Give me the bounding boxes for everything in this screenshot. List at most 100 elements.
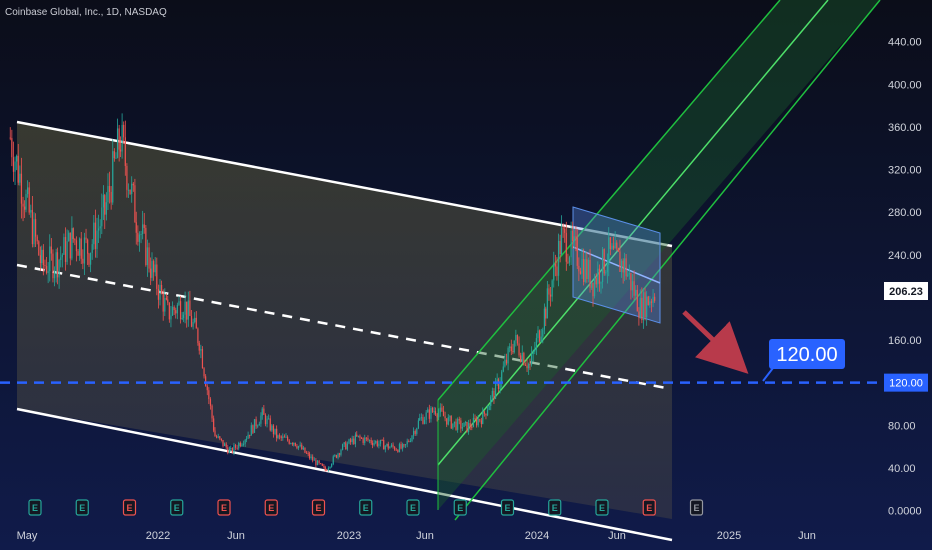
candle-body <box>80 238 82 259</box>
candle-body <box>60 257 62 261</box>
candle-body <box>554 263 556 267</box>
candle-body <box>654 296 656 301</box>
candle-body <box>153 261 155 273</box>
candle-body <box>107 186 109 203</box>
candle-body <box>308 453 311 459</box>
earnings-marker-label: E <box>174 503 180 513</box>
candle-body <box>392 444 394 447</box>
candle-body <box>620 260 623 272</box>
candle-body <box>405 444 407 446</box>
candle-body <box>299 444 301 447</box>
candle-body <box>442 410 445 417</box>
candle-body <box>476 418 478 426</box>
candle-body <box>441 407 443 411</box>
candle-body <box>192 322 194 327</box>
candle-body <box>543 308 545 330</box>
candle-body <box>439 407 441 413</box>
candle-body <box>113 151 115 159</box>
candle-body <box>12 157 15 172</box>
candle-body <box>64 237 67 262</box>
candle-body <box>316 460 319 466</box>
candle-body <box>206 386 208 391</box>
candle-body <box>483 411 485 414</box>
candle-body <box>598 268 600 284</box>
candle-body <box>375 441 377 443</box>
candle-body <box>14 161 16 172</box>
candle-body <box>504 359 506 367</box>
candle-body <box>390 444 393 447</box>
candle-body <box>449 416 451 418</box>
candle-body <box>93 222 95 245</box>
candle-body <box>119 149 122 152</box>
candle-body <box>578 265 580 272</box>
candle-body <box>231 448 233 453</box>
candle-body <box>628 272 630 275</box>
candle-body <box>244 439 246 444</box>
candle-body <box>559 240 561 255</box>
candle-body <box>557 240 560 276</box>
candle-body <box>368 439 371 441</box>
candle-body <box>165 298 167 300</box>
candle-body <box>452 423 454 429</box>
candle-body <box>468 423 470 432</box>
candle-body <box>280 436 282 439</box>
candle-body <box>625 258 627 277</box>
y-tick-label: 400.00 <box>888 79 922 91</box>
candle-body <box>351 438 353 443</box>
candle-body <box>68 232 70 242</box>
earnings-marker: E <box>642 499 656 516</box>
candle-body <box>148 247 150 269</box>
candle-body <box>529 364 531 366</box>
earnings-marker: E <box>359 499 373 516</box>
candle-body <box>269 418 271 431</box>
candle-body <box>630 272 632 291</box>
x-tick-label: 2022 <box>146 530 170 542</box>
candle-body <box>301 444 303 450</box>
y-tick-label: 360.00 <box>888 122 922 134</box>
candle-body <box>516 335 519 344</box>
y-tick-label: 80.00 <box>888 420 916 432</box>
last-price-label: 206.23 <box>889 286 923 298</box>
price-chart[interactable]: 440.00 400.00 360.00 320.00 280.00 240.00 160.… <box>0 0 932 550</box>
candle-body <box>513 340 515 353</box>
earnings-marker-label: E <box>315 503 321 513</box>
candle-body <box>422 417 424 424</box>
x-tick-label: 2024 <box>525 530 549 542</box>
candle-body <box>50 246 52 254</box>
candle-body <box>124 137 126 166</box>
candle-body <box>649 301 651 306</box>
candle-body <box>423 419 426 424</box>
candle-body <box>118 128 120 150</box>
candle-body <box>104 195 106 215</box>
candle-body <box>260 415 262 424</box>
candle-body <box>402 444 404 449</box>
candle-body <box>646 296 648 318</box>
candle-body <box>211 405 213 419</box>
y-tick-label: 0.0000 <box>888 506 922 518</box>
candle-body <box>600 282 602 284</box>
earnings-marker-label: E <box>599 503 605 513</box>
candle-body <box>94 222 96 249</box>
earnings-marker: E <box>217 499 231 516</box>
candle-body <box>263 408 265 415</box>
candle-body <box>539 330 541 342</box>
candle-body <box>602 249 604 283</box>
candle-body <box>572 230 574 242</box>
candle-body <box>195 317 197 329</box>
candle-body <box>425 412 427 420</box>
candle-body <box>496 379 498 381</box>
candle-body <box>161 284 163 294</box>
candle-body <box>167 299 169 303</box>
candle-body <box>156 264 158 289</box>
candle-body <box>58 260 60 278</box>
candle-body <box>135 222 137 233</box>
candle-body <box>526 365 528 369</box>
candle-body <box>340 449 342 455</box>
candle-body <box>96 230 98 249</box>
y-tick-label: 40.00 <box>888 463 916 475</box>
candle-body <box>400 444 402 449</box>
candle-body <box>460 420 462 429</box>
candle-body <box>334 455 336 457</box>
candle-body <box>587 259 590 280</box>
candle-body <box>321 463 323 466</box>
